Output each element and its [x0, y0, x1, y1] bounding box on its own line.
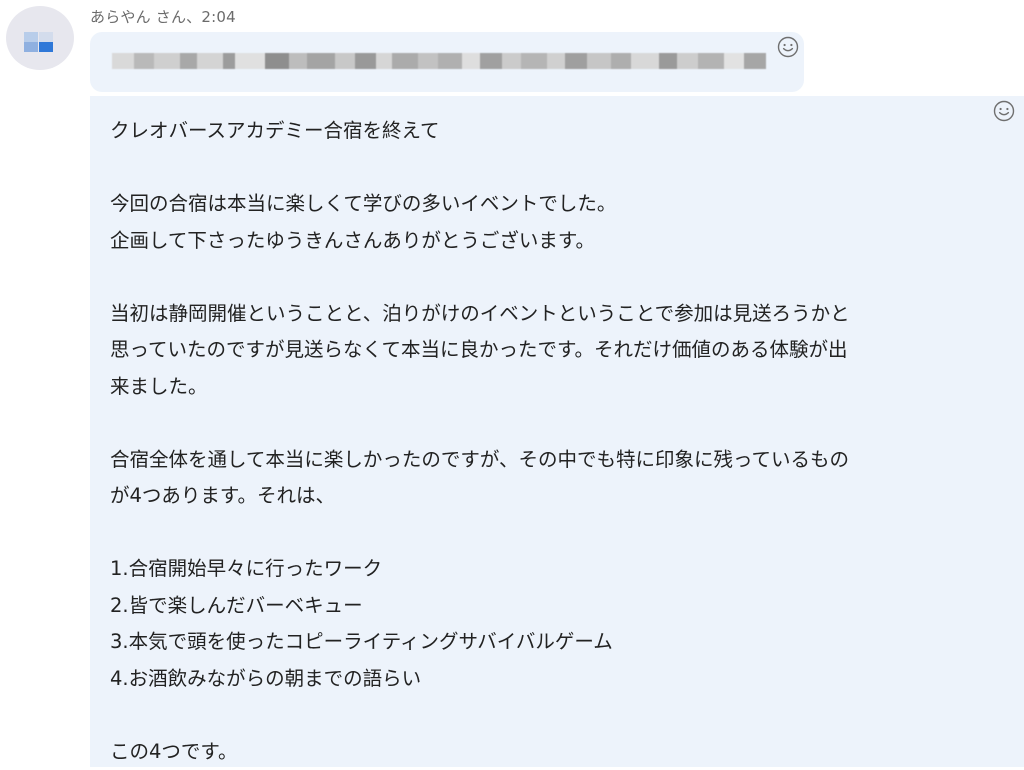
message-blank-line — [110, 697, 990, 734]
message-line: クレオバースアカデミー合宿を終えて — [110, 113, 990, 150]
sender-name-time: あらやん さん、2:04 — [90, 6, 236, 27]
message-blank-line — [110, 515, 990, 552]
message-body: クレオバースアカデミー合宿を終えて今回の合宿は本当に楽しくて学びの多いイベントで… — [110, 113, 990, 770]
message-line: 思っていたのですが見送らなくて本当に良かったです。それだけ価値のある体験が出 — [110, 332, 990, 369]
message-line: 企画して下さったゆうきんさんありがとうございます。 — [110, 223, 990, 260]
avatar-pixel — [39, 42, 53, 52]
message-line: 来ました。 — [110, 369, 990, 406]
avatar[interactable] — [6, 6, 74, 70]
message-blank-line — [110, 150, 990, 187]
message-line: 2.皆で楽しんだバーベキュー — [110, 588, 990, 625]
message-blank-line — [110, 259, 990, 296]
redacted-text — [112, 52, 766, 70]
message-line: この4つです。 — [110, 734, 990, 770]
avatar-pixel — [24, 42, 38, 52]
avatar-pixel — [39, 32, 53, 42]
message-line: 当初は静岡開催ということと、泊りがけのイベントということで参加は見送ろうかと — [110, 296, 990, 333]
reaction-smiley-icon[interactable] — [992, 99, 1016, 123]
avatar-pixel — [24, 32, 38, 42]
message-blank-line — [110, 405, 990, 442]
message-bubble-redacted[interactable] — [90, 32, 804, 92]
message-line: 4.お酒飲みながらの朝までの語らい — [110, 661, 990, 698]
message-line: が4つあります。それは、 — [110, 478, 990, 515]
reaction-smiley-icon[interactable] — [776, 35, 800, 59]
message-line: 合宿全体を通して本当に楽しかったのですが、その中でも特に印象に残っているもの — [110, 442, 990, 479]
message-line: 3.本気で頭を使ったコピーライティングサバイバルゲーム — [110, 624, 990, 661]
message-line: 1.合宿開始早々に行ったワーク — [110, 551, 990, 588]
message-bubble-main[interactable]: クレオバースアカデミー合宿を終えて今回の合宿は本当に楽しくて学びの多いイベントで… — [90, 96, 1024, 767]
message-line: 今回の合宿は本当に楽しくて学びの多いイベントでした。 — [110, 186, 990, 223]
